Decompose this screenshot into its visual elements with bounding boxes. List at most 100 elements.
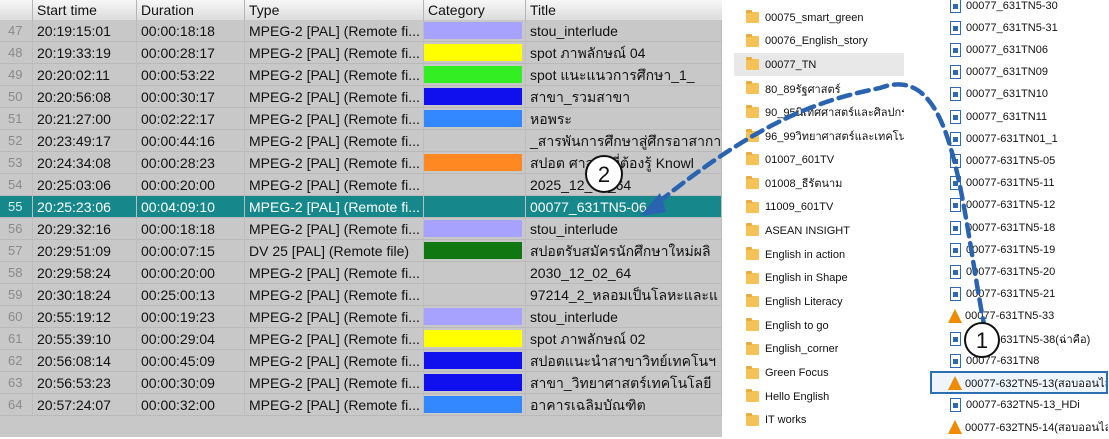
folder-name: 90_95นิเทศศาสตร์และศิลปกรณ์ xyxy=(765,107,904,120)
folder-name: Hello English xyxy=(765,390,830,403)
table-row-selected[interactable]: 55 20:25:23:06 00:04:09:10 MPEG-2 [PAL] (Re… xyxy=(0,196,722,218)
start-time-cell: 20:25:03:06 xyxy=(33,174,137,195)
duration-cell: 00:00:30:09 xyxy=(137,372,245,393)
title-cell: 2030_12_02_64 xyxy=(526,262,722,283)
row-number: 47 xyxy=(0,20,33,41)
folder-icon xyxy=(746,412,759,426)
folder-item[interactable]: English in Shape xyxy=(734,267,904,290)
type-cell: MPEG-2 [PAL] (Remote fi... xyxy=(245,328,424,349)
file-item[interactable]: 00077-631TN5-21 xyxy=(930,283,1108,306)
file-item[interactable]: 00077_631TN09 xyxy=(930,61,1108,84)
title-cell: 97214_2_หลอมเป็นโลหะและแ xyxy=(526,284,722,305)
folder-item[interactable]: English in action xyxy=(734,243,904,266)
folder-item[interactable]: 90_95นิเทศศาสตร์และศิลปกรณ์ xyxy=(734,101,904,124)
folder-item[interactable]: ASEAN INSIGHT xyxy=(734,219,904,242)
file-item[interactable]: 00077-631TN5-20 xyxy=(930,260,1108,283)
file-item[interactable]: 00077-631TN5-12 xyxy=(930,194,1108,217)
duration-cell: 00:00:07:15 xyxy=(137,240,245,261)
table-row[interactable]: 56 20:29:32:16 00:00:18:18 MPEG-2 [PAL] (Re… xyxy=(0,218,722,240)
table-row[interactable]: 57 20:29:51:09 00:00:07:15 DV 25 [PAL] (Rem… xyxy=(0,240,722,262)
folder-name: 00076_English_story xyxy=(765,35,868,48)
video-file-icon xyxy=(950,153,961,168)
folder-item[interactable]: Green Focus xyxy=(734,362,904,385)
folder-item[interactable]: 80_89รัฐศาสตร์ xyxy=(734,77,904,100)
category-cell xyxy=(424,108,526,129)
type-cell: DV 25 [PAL] (Remote file) xyxy=(245,240,424,261)
folder-item[interactable]: 01008_ธีรัตนาม xyxy=(734,172,904,195)
category-color-swatch xyxy=(424,154,522,171)
file-item[interactable]: 00077-631TN5-19 xyxy=(930,238,1108,261)
table-row[interactable]: 62 20:56:08:14 00:00:45:09 MPEG-2 [PAL] (Re… xyxy=(0,350,722,372)
folder-icon xyxy=(746,57,759,71)
folder-name: English_corner xyxy=(765,343,839,356)
video-file-icon xyxy=(950,264,961,279)
file-item[interactable]: 00077_631TN11 xyxy=(930,105,1108,128)
column-header-category[interactable]: Category xyxy=(424,0,526,20)
duration-cell: 00:00:28:17 xyxy=(137,42,245,63)
duration-cell: 00:00:32:00 xyxy=(137,394,245,415)
table-row[interactable]: 63 20:56:53:23 00:00:30:09 MPEG-2 [PAL] (Re… xyxy=(0,372,722,394)
folder-item[interactable]: English to go xyxy=(734,314,904,337)
folder-item[interactable]: 01007_601TV xyxy=(734,148,904,171)
column-header-duration[interactable]: Duration xyxy=(137,0,245,20)
file-item[interactable]: 00077_631TN5-31 xyxy=(930,16,1108,39)
file-item[interactable]: 00077-631TN5-38(ฉ่าคือ) xyxy=(930,327,1108,350)
column-header-row-number[interactable] xyxy=(0,0,33,20)
table-row[interactable]: 60 20:55:19:12 00:00:19:23 MPEG-2 [PAL] (Re… xyxy=(0,306,722,328)
table-row[interactable]: 48 20:19:33:19 00:00:28:17 MPEG-2 [PAL] (Re… xyxy=(0,42,722,64)
table-row[interactable]: 53 20:24:34:08 00:00:28:23 MPEG-2 [PAL] (Re… xyxy=(0,152,722,174)
folder-item[interactable]: Hello English xyxy=(734,385,904,408)
folder-item[interactable]: IT works xyxy=(734,409,904,432)
file-item[interactable]: 00077-631TN5-05 xyxy=(930,149,1108,172)
table-row[interactable]: 59 20:30:18:24 00:25:00:13 MPEG-2 [PAL] (Re… xyxy=(0,284,722,306)
table-row[interactable]: 51 20:21:27:00 00:02:22:17 MPEG-2 [PAL] (Re… xyxy=(0,108,722,130)
category-cell xyxy=(424,372,526,393)
table-row[interactable]: 58 20:29:58:24 00:00:20:00 MPEG-2 [PAL] (Re… xyxy=(0,262,722,284)
category-color-swatch xyxy=(424,352,522,369)
title-cell: _สารพันการศึกษาสู่ศึกรอาสาการ xyxy=(526,130,722,151)
file-item[interactable]: 00077-631TN5-18 xyxy=(930,216,1108,239)
video-file-icon xyxy=(950,65,961,80)
file-item[interactable]: 00077-631TN5-33 xyxy=(930,305,1108,328)
file-name: 00077-632TN5-13_HDi xyxy=(966,399,1080,412)
table-row[interactable]: 50 20:20:56:08 00:00:30:17 MPEG-2 [PAL] (Re… xyxy=(0,86,722,108)
row-number: 53 xyxy=(0,152,33,173)
folder-item[interactable]: 00076_English_story xyxy=(734,30,904,53)
file-list: 00077_631TN5-30 00077_631TN5-31 00077_631T… xyxy=(930,0,1109,437)
table-row[interactable]: 47 20:19:15:01 00:00:18:18 MPEG-2 [PAL] (Re… xyxy=(0,20,722,42)
folder-item[interactable]: 00075_smart_green xyxy=(734,6,904,29)
file-item[interactable]: 00077_631TN5-30 xyxy=(930,0,1108,17)
folder-item[interactable]: 00077_TN xyxy=(734,53,904,77)
title-cell: spot แนะแนวการศึกษา_1_ xyxy=(526,64,722,85)
category-color-swatch xyxy=(424,330,522,347)
table-row[interactable]: 49 20:20:02:11 00:00:53:22 MPEG-2 [PAL] (Re… xyxy=(0,64,722,86)
title-cell: 00077_631TN5-06 xyxy=(526,196,722,217)
file-item[interactable]: 00077-631TN8 xyxy=(930,349,1108,372)
type-cell: MPEG-2 [PAL] (Remote fi... xyxy=(245,20,424,41)
file-name: 00077-632TN5-13(สอบออนไลน์) xyxy=(965,377,1108,390)
file-item[interactable]: 00077_631TN10 xyxy=(930,83,1108,106)
file-item[interactable]: 00077_631TN06 xyxy=(930,38,1108,61)
column-header-start-time[interactable]: Start time xyxy=(33,0,137,20)
duration-cell: 00:00:45:09 xyxy=(137,350,245,371)
folder-item[interactable]: English_corner xyxy=(734,338,904,361)
video-file-icon xyxy=(950,353,961,368)
start-time-cell: 20:19:15:01 xyxy=(33,20,137,41)
file-item[interactable]: 00077-631TN5-11 xyxy=(930,172,1108,195)
folder-item[interactable]: English Literacy xyxy=(734,290,904,313)
file-item[interactable]: 00077-632TN5-14(สอบออนไลน์) xyxy=(930,416,1108,439)
table-row[interactable]: 54 20:25:03:06 00:00:20:00 MPEG-2 [PAL] (Re… xyxy=(0,174,722,196)
folder-item[interactable]: 11009_601TV xyxy=(734,196,904,219)
table-row[interactable]: 52 20:23:49:17 00:00:44:16 MPEG-2 [PAL] (Re… xyxy=(0,130,722,152)
folder-icon xyxy=(746,318,759,332)
category-cell xyxy=(424,262,526,283)
table-row[interactable]: 61 20:55:39:10 00:00:29:04 MPEG-2 [PAL] (Re… xyxy=(0,328,722,350)
file-item-selected[interactable]: 00077-632TN5-13(สอบออนไลน์) xyxy=(930,371,1108,395)
file-item[interactable]: 00077-632TN5-13_HDi xyxy=(930,394,1108,417)
table-row[interactable]: 64 20:57:24:07 00:00:32:00 MPEG-2 [PAL] (Re… xyxy=(0,394,722,416)
file-item[interactable]: 00077-631TN01_1 xyxy=(930,127,1108,150)
column-header-type[interactable]: Type xyxy=(245,0,424,20)
file-name: 00077_631TN5-31 xyxy=(966,21,1058,34)
column-header-title[interactable]: Title xyxy=(526,0,722,20)
folder-item[interactable]: 96_99วิทยาศาสตร์และเทคโนโลยี xyxy=(734,125,904,148)
